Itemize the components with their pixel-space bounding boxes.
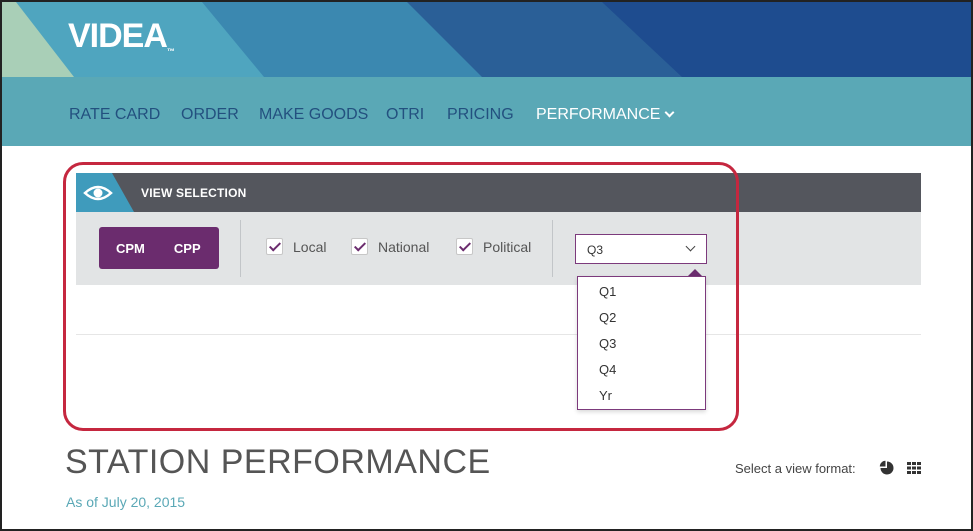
as-of-date: As of July 20, 2015	[66, 494, 186, 510]
nav-item-rate-card[interactable]: RATE CARD	[69, 106, 160, 124]
videa-logo[interactable]: VIDEA™	[68, 17, 175, 56]
highlight-outline	[63, 162, 739, 431]
pie-chart-icon[interactable]	[879, 460, 895, 476]
logo-trademark: ™	[166, 47, 175, 56]
nav-item-make-goods[interactable]: MAKE GOODS	[259, 106, 368, 124]
logo-text: VIDEA	[68, 17, 168, 55]
app-frame: VIDEA™ RATE CARD ORDER MAKE GOODS OTRI P…	[0, 0, 973, 531]
nav-item-performance-label: PERFORMANCE	[536, 106, 661, 123]
grid-icon[interactable]	[907, 460, 923, 476]
nav-item-performance[interactable]: PERFORMANCE	[536, 106, 675, 124]
header-banner: VIDEA™	[2, 2, 971, 77]
chevron-down-icon	[665, 107, 675, 118]
page-title: STATION PERFORMANCE	[65, 443, 491, 481]
view-format-label: Select a view format:	[735, 461, 856, 476]
nav-item-otri[interactable]: OTRI	[386, 106, 424, 124]
nav-item-order[interactable]: ORDER	[181, 106, 239, 124]
main-nav: RATE CARD ORDER MAKE GOODS OTRI PRICING …	[2, 77, 971, 146]
nav-item-pricing[interactable]: PRICING	[447, 106, 514, 124]
